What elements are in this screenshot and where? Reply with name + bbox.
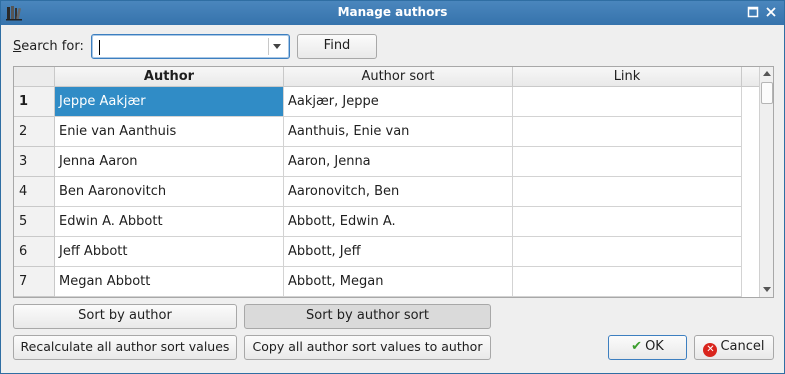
scroll-thumb[interactable] [761,82,773,104]
sort-by-author-button[interactable]: Sort by author [13,304,237,329]
row-number[interactable]: 5 [14,207,55,237]
search-combobox[interactable] [91,34,290,59]
table-row[interactable]: 1 Jeppe Aakjær Aakjær, Jeppe [14,87,742,117]
link-cell[interactable] [513,177,742,207]
checkmark-icon: ✔ [631,339,643,354]
column-header-filler [742,67,759,87]
link-cell[interactable] [513,147,742,177]
close-icon[interactable] [763,4,779,21]
author-sort-cell[interactable]: Abbott, Jeff [284,237,513,267]
link-cell[interactable] [513,87,742,117]
author-sort-cell[interactable]: Abbott, Edwin A. [284,207,513,237]
search-label: Search for: [13,39,84,54]
copy-sort-to-author-button[interactable]: Copy all author sort values to author [244,335,491,360]
author-sort-cell[interactable]: Aaron, Jenna [284,147,513,177]
author-cell[interactable]: Edwin A. Abbott [55,207,284,237]
row-number[interactable]: 3 [14,147,55,177]
text-cursor [99,40,100,55]
scroll-down-icon[interactable] [763,287,771,292]
cancel-icon: ✕ [703,343,718,357]
row-number[interactable]: 4 [14,177,55,207]
author-cell[interactable]: Jeppe Aakjær [55,87,284,117]
author-sort-cell[interactable]: Aakjær, Jeppe [284,87,513,117]
link-cell[interactable] [513,117,742,147]
row-number[interactable]: 2 [14,117,55,147]
manage-authors-dialog: Manage authors Search for: Find Author A… [0,0,785,374]
table-row[interactable]: 7 Megan Abbott Abbott, Megan [14,267,742,297]
sort-by-author-sort-button[interactable]: Sort by author sort [244,304,491,329]
ok-button[interactable]: ✔ OK [608,335,687,360]
find-button[interactable]: Find [297,34,377,59]
author-cell[interactable]: Ben Aaronovitch [55,177,284,207]
table-row[interactable]: 4 Ben Aaronovitch Aaronovitch, Ben [14,177,742,207]
maximize-icon[interactable] [745,4,761,21]
table-row[interactable]: 2 Enie van Aanthuis Aanthuis, Enie van [14,117,742,147]
table-row[interactable]: 3 Jenna Aaron Aaron, Jenna [14,147,742,177]
cancel-button[interactable]: ✕ Cancel [694,335,774,360]
ok-label: OK [645,339,664,354]
table-corner [14,67,55,87]
table-row[interactable]: 5 Edwin A. Abbott Abbott, Edwin A. [14,207,742,237]
table-row[interactable]: 6 Jeff Abbott Abbott, Jeff [14,237,742,267]
column-header-author[interactable]: Author [55,67,284,87]
authors-table[interactable]: Author Author sort Link 1 Jeppe Aakjær A… [13,66,774,298]
cancel-label: Cancel [720,339,765,354]
author-cell[interactable]: Megan Abbott [55,267,284,297]
window-title: Manage authors [337,5,448,19]
search-input[interactable] [97,38,267,56]
combo-divider [268,38,269,55]
recalculate-sort-button[interactable]: Recalculate all author sort values [13,335,237,360]
column-header-link[interactable]: Link [513,67,742,87]
chevron-down-icon[interactable] [273,44,281,49]
title-bar[interactable]: Manage authors [1,1,784,25]
scroll-up-icon[interactable] [763,71,771,76]
row-number[interactable]: 7 [14,267,55,297]
column-header-author-sort[interactable]: Author sort [284,67,513,87]
author-cell[interactable]: Jenna Aaron [55,147,284,177]
author-cell[interactable]: Jeff Abbott [55,237,284,267]
author-sort-cell[interactable]: Aaronovitch, Ben [284,177,513,207]
row-number[interactable]: 6 [14,237,55,267]
vertical-scrollbar[interactable] [759,67,773,297]
link-cell[interactable] [513,267,742,297]
author-cell[interactable]: Enie van Aanthuis [55,117,284,147]
link-cell[interactable] [513,237,742,267]
link-cell[interactable] [513,207,742,237]
author-sort-cell[interactable]: Aanthuis, Enie van [284,117,513,147]
author-sort-cell[interactable]: Abbott, Megan [284,267,513,297]
row-number[interactable]: 1 [14,87,55,117]
